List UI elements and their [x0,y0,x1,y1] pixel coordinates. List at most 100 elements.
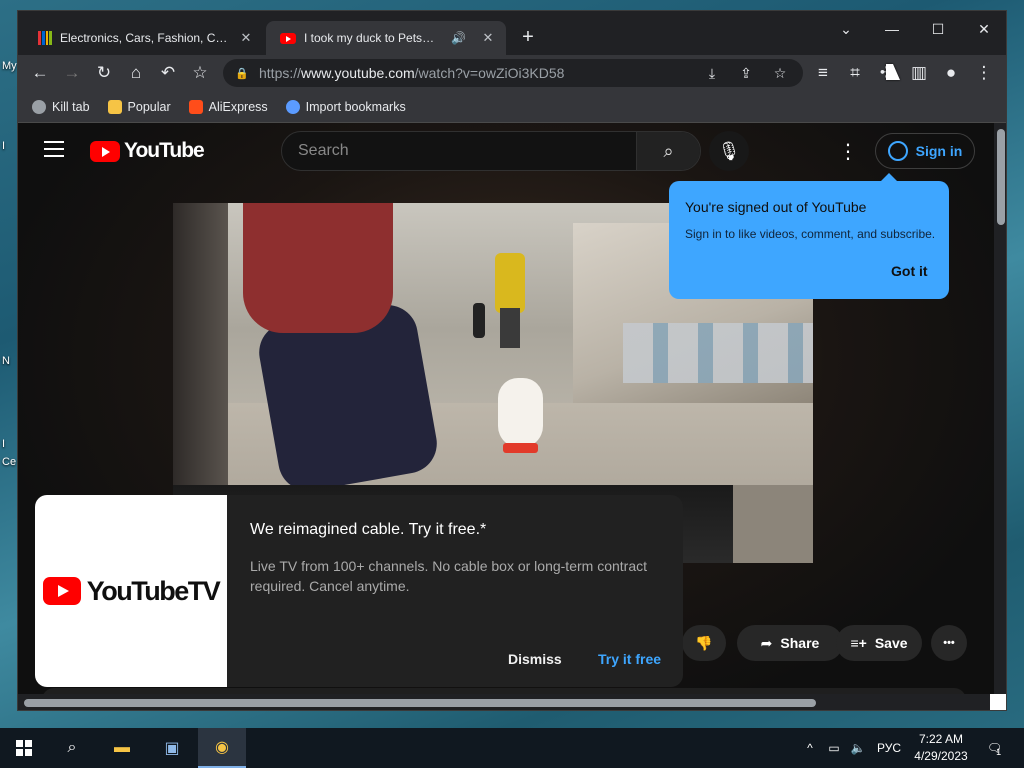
search-box: ⌕ [281,131,701,171]
try-it-free-button[interactable]: Try it free [598,651,661,667]
sign-in-button[interactable]: Sign in [875,133,975,169]
maximize-button[interactable]: ☐ [915,15,961,43]
reload-icon[interactable]: ↻ [91,60,117,86]
notifications-button[interactable]: 🗨 1 [980,728,1008,768]
video-duck-feet [503,443,538,453]
tooltip-body: Sign in to like videos, comment, and sub… [685,227,936,241]
horizontal-scrollbar[interactable] [18,694,994,710]
bookmark-label: Import bookmarks [305,99,406,114]
youtube-play-icon [90,140,120,162]
install-icon[interactable]: ⤓ [701,64,723,82]
close-icon[interactable]: ✕ [480,30,496,46]
chrome-taskbar-button[interactable]: ◉ [198,728,246,768]
tooltip-title: You're signed out of YouTube [685,199,867,215]
profile-icon[interactable]: ● [938,60,964,86]
youtube-wordmark: YouTube [124,139,205,162]
dislike-button[interactable]: 👎 [682,625,726,661]
dismiss-button[interactable]: Dismiss [508,651,562,667]
hamburger-menu-icon[interactable] [44,141,64,157]
share-icon[interactable]: ⇪ [735,64,757,82]
new-tab-button[interactable]: + [516,25,540,49]
video-shopper-legs [500,308,520,348]
close-icon[interactable]: ✕ [238,30,254,46]
youtube-tv-play-icon [42,577,81,605]
url-host: www.youtube.com [301,65,415,81]
tab-search-button[interactable]: ⌄ [823,15,869,43]
volume-icon[interactable]: 🔈 [848,728,868,768]
bookmark-label: Popular [127,99,171,114]
search-input[interactable] [282,132,638,170]
system-clock[interactable]: 7:22 AM 4/29/2023 [906,731,976,765]
clock-date: 4/29/2023 [914,749,968,763]
user-icon [887,141,908,161]
home-icon[interactable]: ⌂ [123,60,149,86]
windows-taskbar: ⌕ ▬ ▣ ◉ ^ ▭ 🔈 РУС 7:22 AM 4/29/2023 🗨 1 [0,728,1024,768]
got-it-button[interactable]: Got it [891,263,928,279]
computer-app-button[interactable]: ▣ [148,728,196,768]
video-shopper [495,253,525,313]
url-path: /watch?v=owZiOi3KD58 [414,65,565,81]
tray-expand-icon[interactable]: ^ [800,728,820,768]
tab-youtube[interactable]: I took my duck to Petsmart - 🔊 ✕ [266,21,506,55]
voice-search-button[interactable]: 🎙 [709,131,749,171]
speaker-icon[interactable]: 🔊 [451,31,466,45]
minimize-button[interactable]: — [869,15,915,43]
file-explorer-button[interactable]: ▬ [98,728,146,768]
youtube-page: YouTube ⌕ 🎙 ⋮ Sign in [18,123,1006,710]
gear-icon [285,99,300,114]
vertical-scroll-thumb[interactable] [997,129,1005,225]
youtube-tv-logo: YouTubeTV [35,495,227,687]
save-label: Save [874,635,908,651]
close-window-button[interactable]: ✕ [961,15,1006,43]
youtube-header: YouTube ⌕ 🎙 ⋮ Sign in [18,123,1006,179]
back-arrow-icon[interactable]: ← [27,60,53,86]
save-button[interactable]: ≡+ Save [836,625,922,661]
url-scheme: https:// [259,65,302,81]
desktop-label: N [2,355,10,367]
video-bottom-lit [733,485,813,563]
youtube-logo[interactable]: YouTube [90,139,205,163]
tab-title: Electronics, Cars, Fashion, Collect [60,31,230,45]
youtube-icon [280,32,296,44]
bookmark-import[interactable]: Import bookmarks [285,99,406,114]
video-person [243,203,393,333]
desktop-label: I [2,438,6,450]
video-duck [498,378,543,448]
folder-icon [107,99,122,114]
start-button[interactable] [0,728,48,768]
reading-list-icon[interactable]: ≡ [810,60,836,86]
bookmark-label: Kill tab [52,99,90,114]
star-icon[interactable]: ☆ [769,64,791,82]
browser-window: Electronics, Cars, Fashion, Collect ✕ I … [17,10,1007,711]
search-button[interactable]: ⌕ [636,132,700,170]
side-panel-icon[interactable]: ▥ [906,60,932,86]
lock-icon: 🔒 [235,67,249,80]
forward-arrow-icon[interactable]: → [59,60,85,86]
computer-icon: ▣ [164,740,180,757]
windows-logo-icon [16,740,32,756]
clock-time: 7:22 AM [918,732,964,746]
menu-icon[interactable]: ⋮ [971,60,997,86]
language-indicator[interactable]: РУС [872,728,906,768]
settings-more-button[interactable]: ⋮ [834,137,862,165]
bookmark-popular[interactable]: Popular [107,99,171,114]
tab-ebay[interactable]: Electronics, Cars, Fashion, Collect ✕ [24,21,264,55]
notification-count: 1 [996,747,1002,757]
search-icon: ⌕ [663,140,674,161]
microphone-icon: 🎙 [717,140,741,161]
vertical-scrollbar[interactable] [994,123,1006,701]
bookmark-kill-tab[interactable]: Kill tab [32,99,90,114]
share-arrow-icon: ➦ [760,634,773,651]
bookmark-star-icon[interactable]: ☆ [187,60,213,86]
share-button[interactable]: ➦ Share [737,625,843,661]
network-icon[interactable]: ▭ [824,728,844,768]
search-taskbar-button[interactable]: ⌕ [48,728,96,768]
tab-title: I took my duck to Petsmart - [304,31,444,45]
more-actions-button[interactable]: ••• [931,625,967,661]
address-bar[interactable]: 🔒 https:// www.youtube.com /watch?v=owZi… [223,59,803,87]
bookmark-label: AliExpress [208,99,268,114]
bookmark-aliexpress[interactable]: AliExpress [188,99,268,114]
undo-icon[interactable]: ↶ [155,60,181,86]
horizontal-scroll-thumb[interactable] [24,699,816,707]
crop-icon[interactable]: ⌗ [842,60,868,86]
